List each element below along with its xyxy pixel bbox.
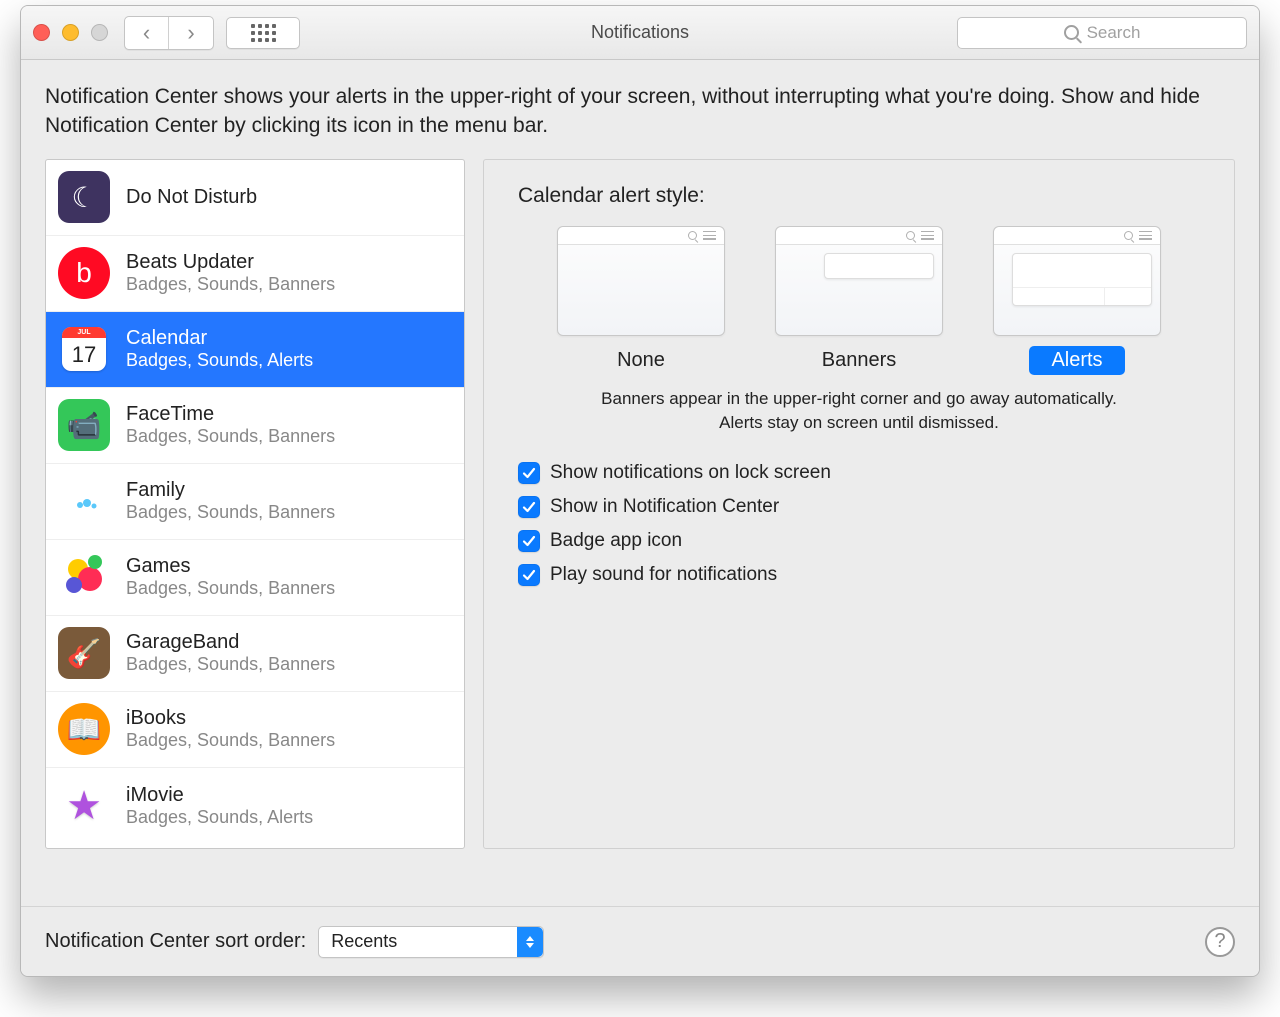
sidebar-item-subtitle: Badges, Sounds, Banners (126, 654, 335, 675)
sidebar-item-title: GarageBand (126, 631, 335, 654)
checkbox-label: Show notifications on lock screen (550, 462, 831, 484)
detail-panel: Calendar alert style: NoneBannersAlerts … (483, 159, 1235, 849)
sidebar-item-title: Beats Updater (126, 251, 335, 274)
search-icon (1064, 25, 1079, 40)
forward-button[interactable]: › (169, 17, 213, 49)
checkbox-icon (518, 462, 540, 484)
footer: Notification Center sort order: Recents … (21, 906, 1259, 976)
help-button[interactable]: ? (1205, 927, 1235, 957)
facetime-icon: 📹 (58, 399, 110, 451)
sidebar-item-imovie[interactable]: ★ iMovieBadges, Sounds, Alerts (46, 768, 464, 844)
checkbox-icon (518, 496, 540, 518)
sidebar-item-subtitle: Badges, Sounds, Banners (126, 578, 335, 599)
grid-icon (251, 24, 276, 42)
checkbox-label: Show in Notification Center (550, 496, 779, 518)
chevron-right-icon: › (187, 20, 194, 46)
alert-style-preview (993, 226, 1161, 336)
titlebar: ‹ › Notifications Search (21, 6, 1259, 60)
sidebar-item-title: iBooks (126, 707, 335, 730)
alert-style-label: None (595, 346, 687, 375)
checkbox-show-in-notification-center[interactable]: Show in Notification Center (518, 496, 1200, 518)
sidebar-item-games[interactable]: GamesBadges, Sounds, Banners (46, 540, 464, 616)
alert-style-none[interactable]: None (557, 226, 725, 375)
checkbox-icon (518, 530, 540, 552)
alert-style-alerts[interactable]: Alerts (993, 226, 1161, 375)
window-controls (33, 24, 108, 41)
show-all-button[interactable] (226, 17, 300, 49)
sort-order-label: Notification Center sort order: (45, 930, 306, 953)
intro-text: Notification Center shows your alerts in… (45, 82, 1235, 141)
sidebar-item-beats-updater[interactable]: b Beats UpdaterBadges, Sounds, Banners (46, 236, 464, 312)
garageband-icon: 🎸 (58, 627, 110, 679)
sidebar-item-subtitle: Badges, Sounds, Banners (126, 274, 335, 295)
search-input[interactable]: Search (957, 17, 1247, 49)
checkbox-show-notifications-on-lock-screen[interactable]: Show notifications on lock screen (518, 462, 1200, 484)
sidebar-item-do-not-disturb[interactable]: ☾ Do Not Disturb (46, 160, 464, 236)
family-icon (58, 475, 110, 527)
alert-style-label: Banners (800, 346, 919, 375)
chevron-left-icon: ‹ (143, 20, 150, 46)
alert-style-hint: Banners appear in the upper-right corner… (579, 387, 1139, 436)
alert-style-heading: Calendar alert style: (518, 184, 1200, 208)
alert-style-label: Alerts (1029, 346, 1124, 375)
search-placeholder: Search (1087, 23, 1141, 43)
do-not-disturb-icon: ☾ (58, 171, 110, 223)
sidebar-item-facetime[interactable]: 📹 FaceTimeBadges, Sounds, Banners (46, 388, 464, 464)
sidebar-item-title: Family (126, 479, 335, 502)
alert-style-options: None Banners Alerts (518, 226, 1200, 375)
sidebar-item-subtitle: Badges, Sounds, Alerts (126, 350, 313, 371)
sidebar-item-garageband[interactable]: 🎸 GarageBandBadges, Sounds, Banners (46, 616, 464, 692)
alert-style-preview (775, 226, 943, 336)
app-list[interactable]: ☾Do Not DisturbbBeats UpdaterBadges, Sou… (45, 159, 465, 849)
checkbox-icon (518, 564, 540, 586)
checkbox-badge-app-icon[interactable]: Badge app icon (518, 530, 1200, 552)
alert-style-banners[interactable]: Banners (775, 226, 943, 375)
content: Notification Center shows your alerts in… (21, 60, 1259, 906)
preferences-window: ‹ › Notifications Search Notification Ce… (20, 5, 1260, 977)
zoom-window-button (91, 24, 108, 41)
imovie-icon: ★ (58, 780, 110, 832)
checkbox-play-sound-for-notifications[interactable]: Play sound for notifications (518, 564, 1200, 586)
sidebar-item-subtitle: Badges, Sounds, Alerts (126, 807, 313, 828)
close-window-button[interactable] (33, 24, 50, 41)
sidebar-item-subtitle: Badges, Sounds, Banners (126, 502, 335, 523)
stepper-icon (517, 927, 543, 957)
sort-order-select[interactable]: Recents (318, 926, 544, 958)
sidebar-item-title: FaceTime (126, 403, 335, 426)
games-icon (58, 551, 110, 603)
sidebar-item-family[interactable]: FamilyBadges, Sounds, Banners (46, 464, 464, 540)
alert-style-preview (557, 226, 725, 336)
back-button[interactable]: ‹ (125, 17, 169, 49)
minimize-window-button[interactable] (62, 24, 79, 41)
columns: ☾Do Not DisturbbBeats UpdaterBadges, Sou… (45, 159, 1235, 906)
help-icon: ? (1214, 930, 1225, 953)
sidebar-item-title: iMovie (126, 784, 313, 807)
sidebar-item-title: Calendar (126, 327, 313, 350)
checkbox-label: Play sound for notifications (550, 564, 777, 586)
sidebar-item-title: Do Not Disturb (126, 186, 257, 209)
checkbox-label: Badge app icon (550, 530, 682, 552)
sidebar-item-subtitle: Badges, Sounds, Banners (126, 426, 335, 447)
sidebar-item-subtitle: Badges, Sounds, Banners (126, 730, 335, 751)
beats-updater-icon: b (58, 247, 110, 299)
sidebar-item-ibooks[interactable]: 📖 iBooksBadges, Sounds, Banners (46, 692, 464, 768)
nav-buttons: ‹ › (124, 16, 214, 50)
sidebar-item-title: Games (126, 555, 335, 578)
sort-order-value: Recents (319, 931, 517, 952)
ibooks-icon: 📖 (58, 703, 110, 755)
notification-options: Show notifications on lock screen Show in… (518, 462, 1200, 586)
sidebar-item-calendar[interactable]: JUL17 CalendarBadges, Sounds, Alerts (46, 312, 464, 388)
calendar-icon: JUL17 (58, 323, 110, 375)
